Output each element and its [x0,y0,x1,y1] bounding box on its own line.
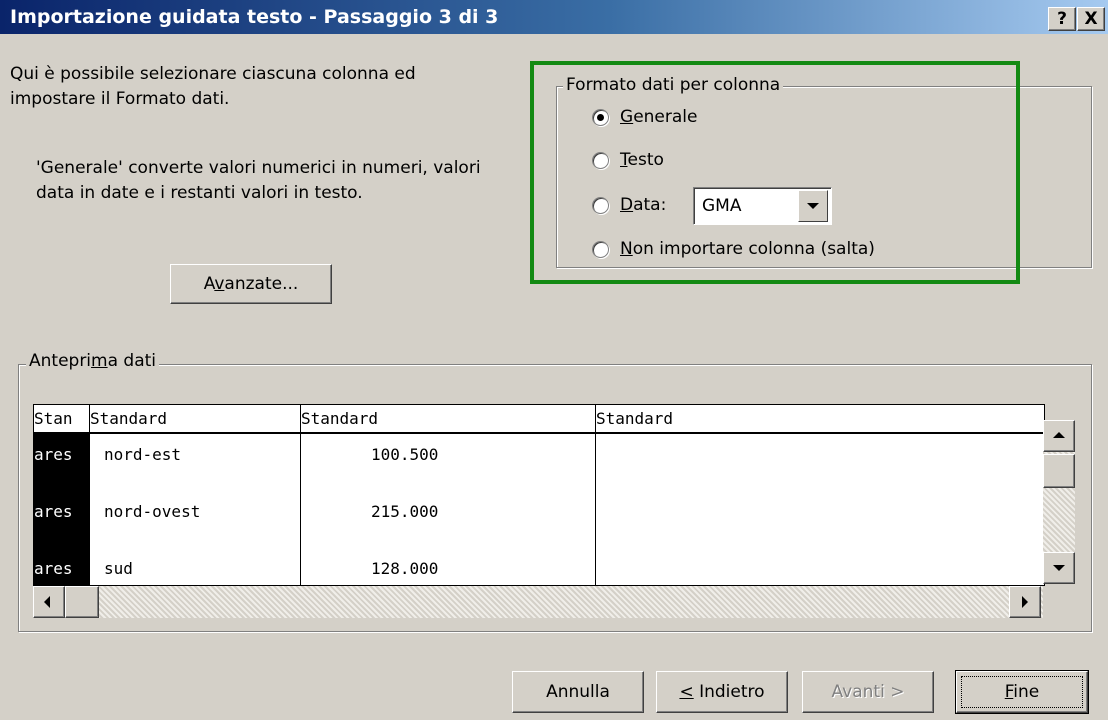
arrow-up-icon [1053,432,1065,438]
table-cell: 215.000 [371,502,439,521]
horizontal-scroll-thumb[interactable] [65,586,99,618]
preview-group-legend: Anteprima dati [26,351,160,371]
arrow-right-icon [1022,596,1028,608]
scroll-left-button[interactable] [33,586,65,618]
vertical-scrollbar[interactable] [1043,420,1075,584]
column-header[interactable]: Standard [596,409,673,428]
window-title: Importazione guidata testo - Passaggio 3… [10,6,499,28]
table-cell: ares [34,559,73,578]
close-button[interactable]: X [1077,7,1105,31]
column-divider [89,405,90,585]
arrow-left-icon [44,596,50,608]
scroll-right-button[interactable] [1009,586,1041,618]
column-divider [300,405,301,585]
table-cell: ares [34,445,73,464]
next-button[interactable]: Avanti > [802,671,934,713]
highlight-box [530,61,1020,284]
description-line-1: 'Generale' converte valori numerici in n… [36,158,481,178]
table-cell: 128.000 [371,559,439,578]
title-bar: Importazione guidata testo - Passaggio 3… [0,0,1108,34]
column-header[interactable]: Stan [34,409,89,428]
table-cell: ares [34,502,73,521]
preview-header-row: Stan Standard Standard Standard [34,405,1044,434]
description-line-2: data in date e i restanti valori in test… [36,183,363,203]
instruction-line-1: Qui è possibile selezionare ciascuna col… [10,64,416,84]
horizontal-scrollbar[interactable] [33,586,1043,618]
focus-ring [961,676,1083,708]
data-preview-grid[interactable]: Stan Standard Standard Standard ares nor… [33,404,1045,586]
instruction-line-2: impostare il Formato dati. [10,89,230,109]
column-header[interactable]: Standard [301,409,378,428]
cancel-button[interactable]: Annulla [512,671,644,713]
column-divider [595,405,596,585]
table-cell: sud [104,559,133,578]
column-header[interactable]: Standard [90,409,167,428]
scroll-thumb[interactable] [1043,454,1075,488]
arrow-down-icon [1053,565,1065,571]
table-cell: 100.500 [371,445,439,464]
finish-button[interactable]: Fine [955,670,1089,714]
table-cell: nord-ovest [104,502,201,521]
scroll-up-button[interactable] [1043,420,1075,452]
help-button[interactable]: ? [1048,7,1076,31]
advanced-button[interactable]: Avanzate... [170,264,332,304]
scroll-down-button[interactable] [1043,552,1075,584]
back-button[interactable]: < Indietro [656,671,788,713]
table-cell: nord-est [104,445,182,464]
